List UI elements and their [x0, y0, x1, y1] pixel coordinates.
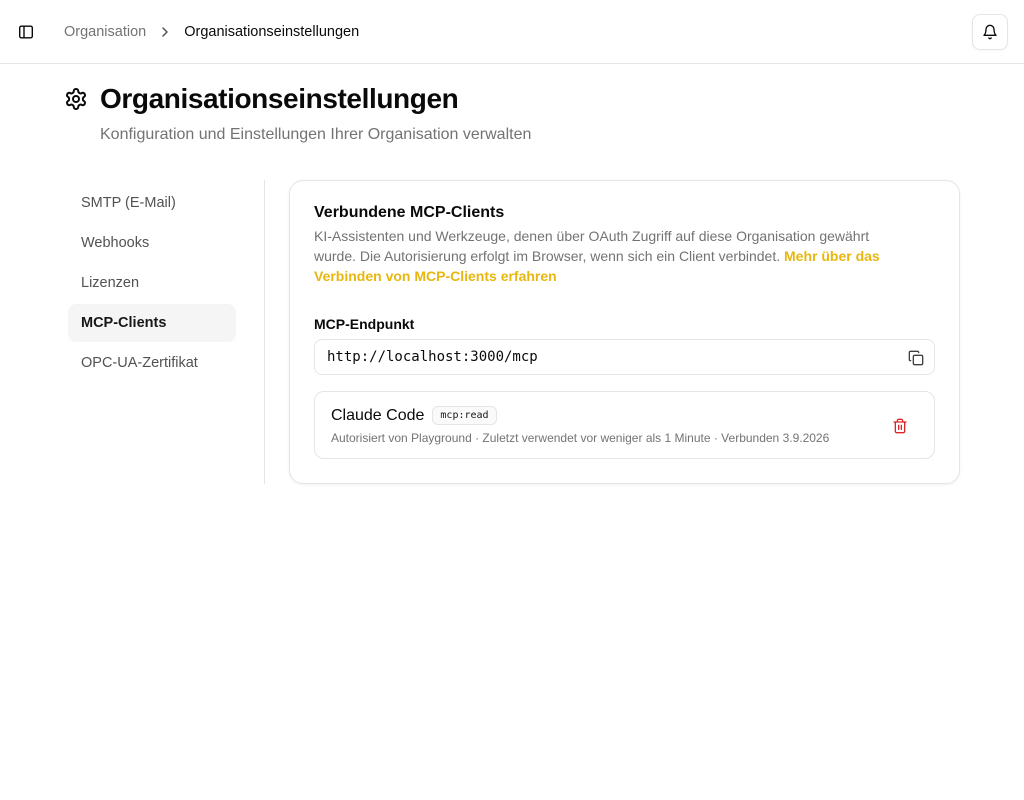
breadcrumb: Organisation Organisationseinstellungen: [64, 22, 359, 42]
client-meta: Autorisiert von Playground · Zuletzt ver…: [331, 431, 830, 445]
sidebar-icon: [19, 25, 34, 39]
page-subtitle: Konfiguration und Einstellungen Ihrer Or…: [100, 126, 532, 143]
scope-badge: mcp:read: [432, 406, 497, 425]
mcp-clients-card: Verbundene MCP-Clients KI-Assistenten un…: [289, 180, 960, 484]
nav-item-mcp-clients[interactable]: MCP-Clients: [68, 304, 236, 342]
sidebar-toggle-button[interactable]: [14, 20, 38, 44]
notifications-button[interactable]: [972, 14, 1008, 50]
bell-icon: [983, 24, 997, 40]
breadcrumb-current: Organisationseinstellungen: [184, 24, 360, 40]
copy-endpoint-button[interactable]: [906, 348, 926, 368]
page-header: Organisationseinstellungen Konfiguration…: [64, 82, 964, 143]
endpoint-label: MCP-Endpunkt: [314, 316, 415, 332]
copy-icon: [908, 350, 924, 366]
client-name: Claude Code: [331, 406, 425, 424]
trash-icon: [893, 418, 907, 434]
page-title: Organisationseinstellungen: [100, 83, 459, 114]
breadcrumb-organisation-link[interactable]: Organisation: [64, 24, 146, 40]
endpoint-field[interactable]: http://localhost:3000/mcp: [314, 339, 935, 375]
top-bar: Organisation Organisationseinstellungen: [0, 0, 1024, 64]
nav-item-smtp[interactable]: SMTP (E-Mail): [68, 184, 236, 222]
nav-item-opc-ua-zertifikat[interactable]: OPC-UA-Zertifikat: [68, 344, 236, 382]
revoke-client-button[interactable]: [888, 414, 912, 438]
client-item: Claude Code mcp:read Autorisiert von Pla…: [314, 391, 935, 459]
nav-item-webhooks[interactable]: Webhooks: [68, 224, 236, 262]
nav-item-lizenzen[interactable]: Lizenzen: [68, 264, 236, 302]
gear-icon: [66, 88, 86, 110]
chevron-right-icon: [158, 25, 172, 39]
endpoint-value: http://localhost:3000/mcp: [327, 349, 538, 365]
nav-divider: [264, 180, 265, 484]
settings-nav: SMTP (E-Mail) Webhooks Lizenzen MCP-Clie…: [68, 184, 236, 384]
card-description: KI-Assistenten und Werkzeuge, denen über…: [314, 226, 914, 286]
card-title: Verbundene MCP-Clients: [314, 204, 505, 221]
